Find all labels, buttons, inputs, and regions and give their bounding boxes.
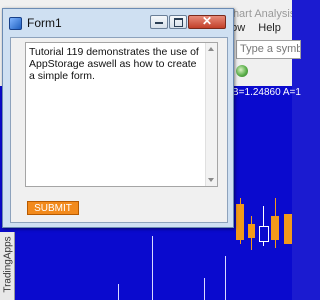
candle [236,204,244,240]
bid-ask-readout: B=1.24860 A=1 [232,87,301,98]
memo-textarea[interactable]: Tutorial 119 demonstrates the use of App… [25,42,218,187]
grid-line [118,284,119,300]
scroll-down-icon[interactable] [208,178,214,182]
grid-line [204,278,205,300]
candle [259,226,269,242]
submit-button[interactable]: SUBMIT [27,201,79,215]
scroll-up-icon[interactable] [208,47,214,51]
candle [271,216,279,240]
maximize-button[interactable] [169,15,187,29]
grid-line [225,256,226,300]
form1-window[interactable]: Form1 ✕ Tutorial 119 demonstrates the us… [2,8,234,228]
window-title: Form1 [27,16,62,30]
maximize-icon [174,18,183,27]
side-tab-label: TradingApps [2,236,14,293]
candle [248,224,255,238]
symbol-search-input[interactable]: Type a symbol [236,40,301,59]
close-icon: ✕ [201,14,213,28]
minimize-icon [155,22,163,24]
grid-line [152,236,153,300]
form-titlebar[interactable]: Form1 ✕ [3,9,233,37]
candle [284,214,292,244]
globe-icon[interactable] [236,65,248,77]
background-menu: dow Help [225,22,292,40]
close-button[interactable]: ✕ [188,14,226,29]
form-client-area: Tutorial 119 demonstrates the use of App… [10,37,228,223]
tradingapps-side-tab[interactable]: TradingApps [0,232,15,300]
memo-content: Tutorial 119 demonstrates the use of App… [29,46,199,82]
app-icon [9,17,22,30]
menu-item-help[interactable]: Help [258,22,281,34]
minimize-button[interactable] [150,15,168,29]
memo-scrollbar[interactable] [205,43,217,186]
